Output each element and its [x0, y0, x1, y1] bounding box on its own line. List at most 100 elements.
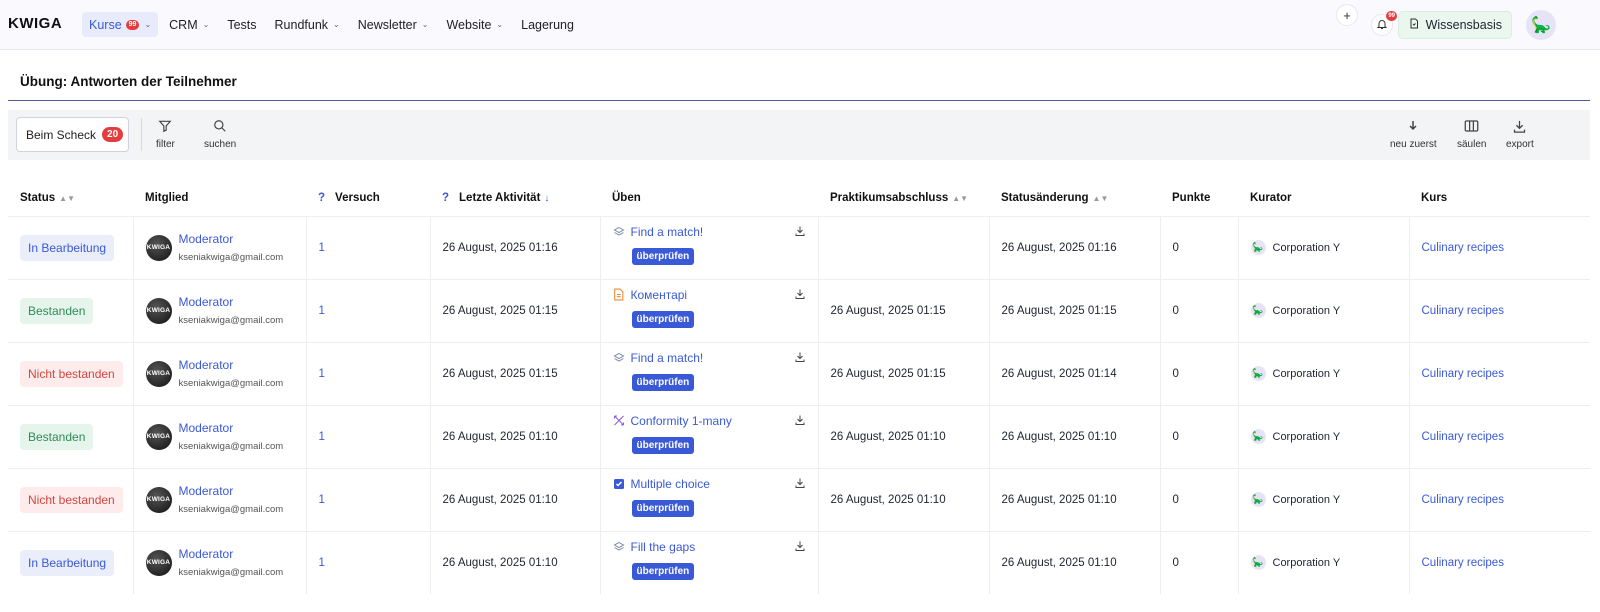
add-button[interactable]: +	[1336, 4, 1358, 26]
nav-item-newsletter[interactable]: Newsletter ⌄	[351, 12, 436, 37]
nav-item-lagerung[interactable]: Lagerung	[514, 12, 581, 37]
exercise-link[interactable]: Multiple choice	[631, 477, 710, 491]
status-badge: Nicht bestanden	[20, 486, 123, 513]
course-link[interactable]: Culinary recipes	[1422, 494, 1504, 506]
col-attempt: ? Versuch	[318, 191, 380, 204]
points-cell: 0	[1159, 215, 1238, 279]
review-button[interactable]: überprüfen	[631, 373, 695, 391]
user-avatar[interactable]: 🦕	[1526, 10, 1556, 40]
exercise-link[interactable]: Fill the gaps	[631, 540, 696, 554]
help-icon[interactable]: ?	[318, 192, 325, 204]
curator-avatar: 🦕	[1250, 366, 1266, 381]
table-row[interactable]: Bestanden KWIGA Moderator kseniakwiga@gmail…	[8, 404, 1590, 468]
download-icon[interactable]	[794, 414, 806, 429]
attempt-link[interactable]: 1	[319, 557, 325, 569]
member-name-link[interactable]: Moderator	[179, 421, 284, 435]
table-row[interactable]: Nicht bestanden KWIGA Moderator kseniakwiga…	[8, 341, 1590, 405]
exercise-link[interactable]: Conformity 1-many	[631, 414, 732, 428]
app-logo[interactable]: KWIGA	[8, 15, 62, 32]
export-button[interactable]: export	[1506, 119, 1534, 150]
member-avatar: KWIGA	[145, 486, 172, 513]
course-link[interactable]: Culinary recipes	[1422, 242, 1504, 254]
nav-item-label: Tests	[227, 17, 257, 32]
nav-item-rundfunk[interactable]: Rundfunk ⌄	[268, 12, 347, 37]
member-name-link[interactable]: Moderator	[179, 358, 284, 372]
nav-item-tests[interactable]: Tests	[220, 12, 263, 37]
attempt-link[interactable]: 1	[319, 368, 325, 380]
exercise-link[interactable]: Find a match!	[631, 351, 704, 365]
col-status[interactable]: Status ▲▼	[8, 180, 133, 216]
member-name-link[interactable]: Moderator	[179, 232, 284, 246]
review-button[interactable]: überprüfen	[631, 562, 695, 580]
table-row[interactable]: In Bearbeitung KWIGA Moderator kseniakwiga@…	[8, 530, 1590, 594]
attempt-link[interactable]: 1	[319, 305, 325, 317]
download-icon[interactable]	[794, 288, 806, 303]
bell-icon	[1376, 18, 1388, 33]
exercise-link[interactable]: Find a match!	[631, 225, 704, 239]
review-button[interactable]: überprüfen	[631, 499, 695, 517]
curator-avatar: 🦕	[1250, 303, 1266, 318]
help-icon[interactable]: ?	[442, 192, 449, 204]
member-cell: KWIGA Moderator kseniakwiga@gmail.com	[132, 215, 306, 279]
course-cell: Culinary recipes	[1408, 341, 1590, 405]
attempt-link[interactable]: 1	[319, 431, 325, 443]
review-button[interactable]: überprüfen	[631, 436, 695, 454]
attempt-link[interactable]: 1	[319, 494, 325, 506]
col-course: Kurs	[1421, 191, 1448, 204]
completion-cell	[817, 215, 989, 279]
download-icon[interactable]	[794, 351, 806, 366]
knowledge-base-button[interactable]: Wissensbasis	[1397, 11, 1512, 39]
knowledge-base-label: Wissensbasis	[1425, 18, 1502, 32]
curator-name: Corporation Y	[1272, 556, 1341, 569]
download-icon[interactable]	[794, 477, 806, 492]
notifications-button[interactable]: 99	[1371, 11, 1397, 36]
download-icon[interactable]	[794, 225, 806, 240]
exercise-link[interactable]: Коментарі	[631, 288, 688, 302]
chevron-down-icon: ⌄	[333, 20, 340, 29]
course-link[interactable]: Culinary recipes	[1422, 557, 1504, 569]
col-status-change[interactable]: Statusänderung ▲▼	[989, 180, 1160, 216]
curator-name: Corporation Y	[1272, 241, 1341, 254]
course-link[interactable]: Culinary recipes	[1422, 305, 1504, 317]
filter-button[interactable]: filter	[156, 119, 175, 150]
col-last-activity[interactable]: ? Letzte Aktivität ↓	[430, 180, 600, 216]
member-name-link[interactable]: Moderator	[179, 484, 284, 498]
completion-cell	[817, 530, 989, 594]
curator-cell: 🦕 Corporation Y	[1237, 530, 1409, 594]
member-name-link[interactable]: Moderator	[179, 295, 284, 309]
search-button[interactable]: suchen	[204, 119, 236, 150]
curator-cell: 🦕 Corporation Y	[1237, 404, 1409, 468]
review-button[interactable]: überprüfen	[631, 310, 695, 328]
member-cell: KWIGA Moderator kseniakwiga@gmail.com	[132, 278, 306, 342]
download-icon[interactable]	[794, 540, 806, 555]
status-badge: Nicht bestanden	[20, 360, 123, 387]
course-cell: Culinary recipes	[1408, 278, 1590, 342]
review-button[interactable]: überprüfen	[631, 247, 695, 265]
columns-icon	[1464, 119, 1479, 135]
member-name-link[interactable]: Moderator	[179, 547, 284, 561]
table-row[interactable]: Bestanden KWIGA Moderator kseniakwiga@gmail…	[8, 278, 1590, 342]
nav-item-kurse[interactable]: Kurse 99 ⌄	[82, 12, 159, 37]
nav-item-label: CRM	[169, 17, 198, 32]
conformity-icon	[613, 415, 625, 427]
course-link[interactable]: Culinary recipes	[1422, 368, 1504, 380]
under-review-filter-button[interactable]: Beim Scheck 20	[16, 117, 129, 152]
points-cell: 0	[1159, 278, 1238, 342]
col-completion[interactable]: Praktikumsabschluss ▲▼	[818, 180, 989, 216]
columns-button[interactable]: säulen	[1457, 119, 1486, 150]
exercise-cell: Multiple choice überprüfen	[599, 467, 818, 531]
sort-order-button[interactable]: neu zuerst	[1390, 119, 1437, 150]
member-email: kseniakwiga@gmail.com	[178, 315, 284, 326]
member-email: kseniakwiga@gmail.com	[178, 567, 284, 579]
table-row[interactable]: Nicht bestanden KWIGA Moderator kseniakwiga…	[8, 467, 1590, 531]
table-row[interactable]: In Bearbeitung KWIGA Moderator kseniakwiga@…	[8, 215, 1590, 279]
col-member: Mitglied	[145, 191, 189, 204]
nav-item-crm[interactable]: CRM ⌄	[162, 12, 216, 37]
course-link[interactable]: Culinary recipes	[1422, 431, 1504, 443]
export-label: export	[1506, 139, 1534, 150]
nav-item-label: Newsletter	[357, 17, 417, 32]
nav-item-website[interactable]: Website ⌄	[439, 12, 510, 37]
attempt-link[interactable]: 1	[319, 242, 325, 254]
last-activity-cell: 26 August, 2025 01:16	[429, 215, 600, 279]
curator-avatar: 🦕	[1250, 240, 1266, 255]
